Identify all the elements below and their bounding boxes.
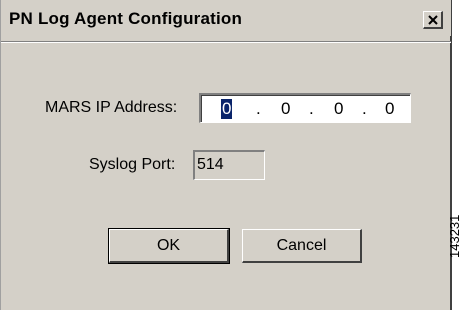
- window-title: PN Log Agent Configuration: [9, 9, 243, 28]
- mars-ip-label: MARS IP Address:: [45, 99, 178, 116]
- close-icon: [427, 14, 438, 25]
- ip-separator: .: [309, 99, 314, 118]
- dialog-window: PN Log Agent Configuration MARS IP Addre…: [0, 0, 452, 310]
- ip-octet-1[interactable]: 0: [221, 99, 233, 119]
- figure-id: 143231: [447, 214, 462, 258]
- ip-separator: .: [256, 99, 261, 118]
- ip-octet-3[interactable]: 0: [334, 99, 343, 119]
- title-bar[interactable]: PN Log Agent Configuration: [1, 0, 451, 36]
- close-button[interactable]: [423, 11, 443, 29]
- ip-octet-2[interactable]: 0: [281, 99, 290, 119]
- title-separator: [1, 41, 451, 43]
- syslog-port-label: Syslog Port:: [89, 156, 176, 173]
- syslog-port-field: 514: [193, 150, 265, 180]
- ip-octet-4[interactable]: 0: [385, 99, 394, 119]
- ip-separator: .: [362, 99, 367, 118]
- ok-button[interactable]: OK: [108, 228, 230, 264]
- cancel-button[interactable]: Cancel: [242, 229, 362, 263]
- mars-ip-input[interactable]: 0 . 0 . 0 . 0: [199, 93, 411, 123]
